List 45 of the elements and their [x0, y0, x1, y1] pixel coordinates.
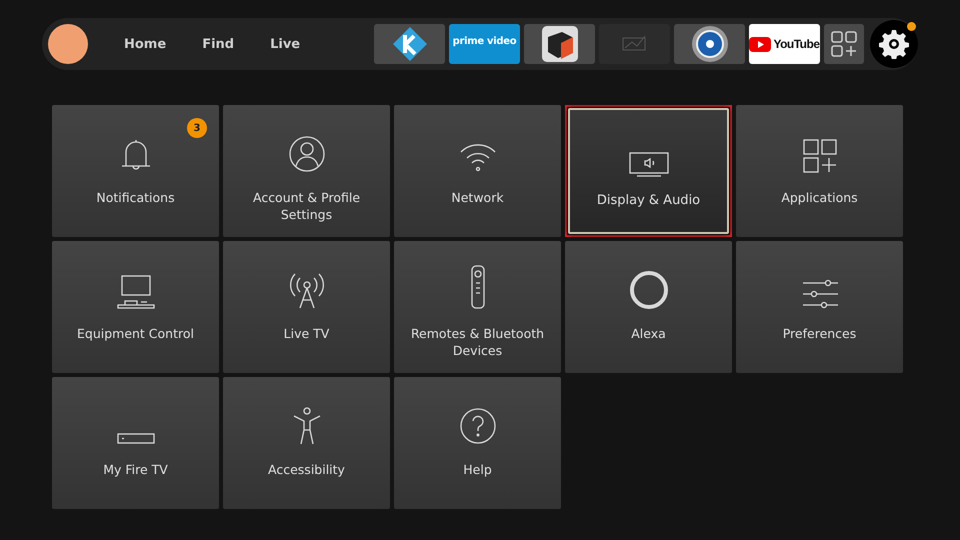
settings-tile[interactable]: Help: [394, 377, 561, 509]
settings-tile[interactable]: Applications: [736, 105, 903, 237]
settings-tile[interactable]: Preferences: [736, 241, 903, 373]
app-tile[interactable]: YouTube: [749, 24, 820, 64]
app-tile[interactable]: [524, 24, 595, 64]
antenna-icon: [288, 271, 324, 309]
app-tile[interactable]: [599, 24, 670, 64]
app-tile[interactable]: [674, 24, 745, 64]
remote-icon: [470, 265, 484, 309]
settings-tile[interactable]: Equipment Control: [52, 241, 219, 373]
add-apps-icon: [831, 31, 857, 57]
settings-tile[interactable]: My Fire TV: [52, 377, 219, 509]
settings-tile[interactable]: Account & Profile Settings: [223, 105, 390, 237]
settings-tile[interactable]: Remotes & Bluetooth Devices: [394, 241, 561, 373]
nav-tab[interactable]: Home: [124, 32, 166, 56]
apps-grid-icon: [802, 139, 836, 173]
settings-tile[interactable]: Alexa: [565, 241, 732, 373]
prime-video-logo: prime video: [452, 36, 516, 48]
cube-icon: [540, 25, 578, 63]
ring-icon: [630, 271, 668, 309]
settings-tile[interactable]: Notifications 3: [52, 105, 219, 237]
diamond-logo-icon: [392, 26, 428, 62]
app-tile[interactable]: prime video: [449, 24, 520, 64]
settings-button[interactable]: [870, 20, 918, 68]
tv-speaker-icon: [628, 152, 668, 178]
settings-tile[interactable]: Display & Audio: [568, 108, 729, 234]
count-badge: 3: [187, 118, 207, 138]
accessibility-figure-icon: [292, 407, 322, 445]
sliders-icon: [802, 279, 838, 309]
youtube-logo: YouTube: [749, 36, 820, 52]
person-icon: [288, 135, 326, 173]
nav-tab[interactable]: Find: [202, 32, 234, 56]
streaming-stick-icon: [116, 433, 154, 445]
settings-tile[interactable]: Live TV: [223, 241, 390, 373]
profile-avatar[interactable]: [48, 24, 88, 64]
nav-tab[interactable]: Live: [270, 32, 300, 56]
computer-icon: [116, 275, 154, 309]
app-tile[interactable]: [824, 24, 864, 64]
play-icon: [749, 36, 772, 52]
settings-tile[interactable]: Accessibility: [223, 377, 390, 509]
help-icon: [458, 407, 496, 445]
settings-icon: [879, 29, 909, 59]
app-tile[interactable]: [374, 24, 445, 64]
orb-icon: [690, 25, 728, 63]
settings-tile[interactable]: Network: [394, 105, 561, 237]
